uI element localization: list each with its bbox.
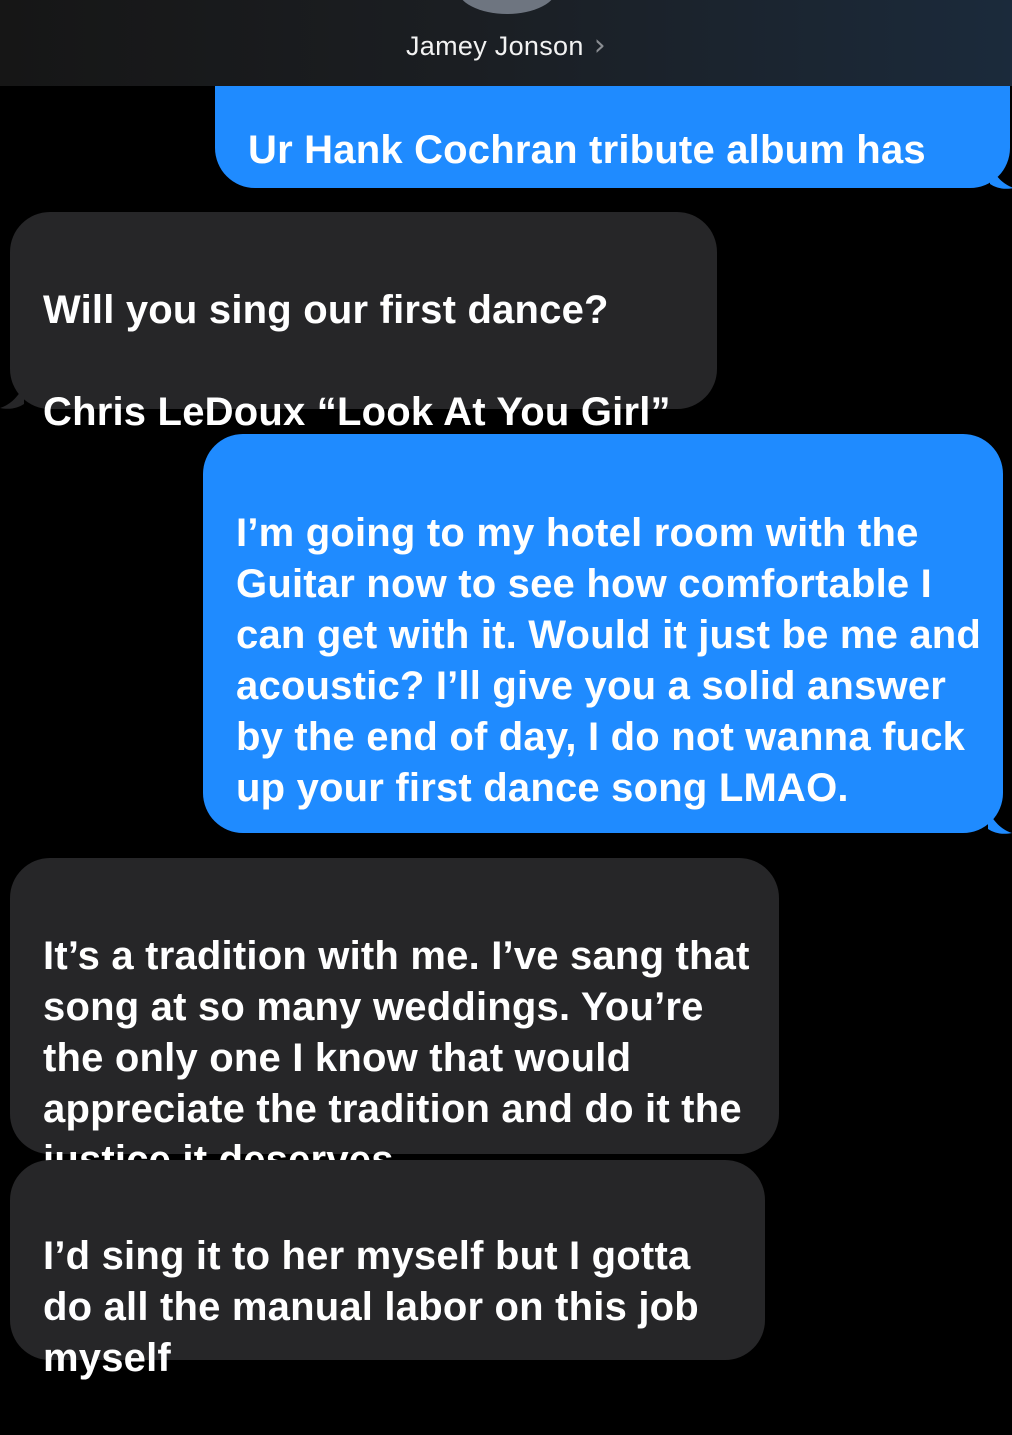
contact-name-button[interactable]: Jamey Jonson › (0, 28, 1012, 64)
bubble-tail-incoming (0, 386, 24, 409)
message-text: Will you sing our first dance? Chris LeD… (43, 288, 671, 434)
bubble-tail-outgoing (988, 811, 1012, 834)
message-text: I’m going to my hotel room with the Guit… (236, 511, 982, 810)
bubble-tail-outgoing (990, 166, 1012, 189)
conversation-header: Jamey Jonson › (0, 0, 1012, 86)
message-bubble-incoming[interactable]: It’s a tradition with me. I’ve sang that… (10, 858, 779, 1182)
message-bubble-incoming[interactable]: I’d sing it to her myself but I gotta do… (10, 1160, 765, 1380)
chevron-right-icon: › (593, 28, 606, 63)
contact-avatar[interactable] (457, 0, 557, 14)
message-text-partial-line: Ur Hank Cochran tribute album has (248, 128, 926, 172)
message-text: I’d sing it to her myself but I gotta do… (43, 1234, 699, 1380)
contact-name: Jamey Jonson (405, 31, 584, 61)
message-text: It’s a tradition with me. I’ve sang that… (43, 934, 750, 1182)
message-bubble-incoming[interactable]: Will you sing our first dance? Chris LeD… (10, 212, 717, 434)
message-bubble-outgoing[interactable]: I’m going to my hotel room with the Guit… (203, 434, 1003, 833)
